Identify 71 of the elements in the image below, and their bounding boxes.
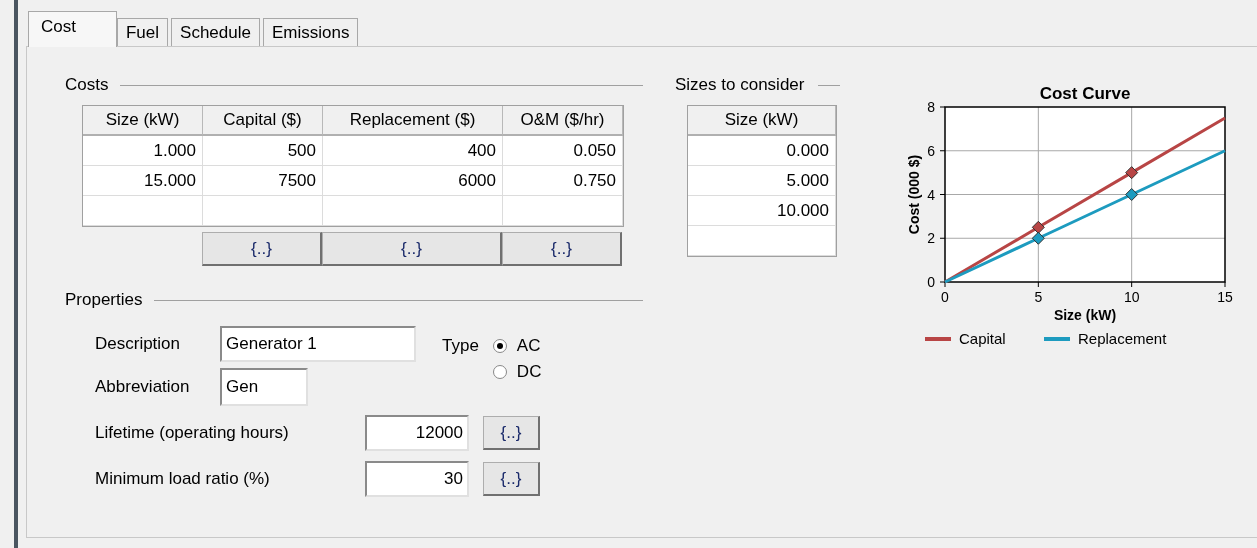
x-tick-label: 15 (1217, 289, 1233, 305)
x-tick-label: 10 (1123, 289, 1140, 305)
data-point-marker (1125, 166, 1139, 180)
legend-label: Capital (959, 330, 1006, 347)
edit-button[interactable]: {..} (322, 232, 502, 266)
table-cell[interactable]: 0.750 (503, 166, 623, 196)
field-label: Description (95, 334, 182, 354)
legend-item: Replacement (1044, 330, 1167, 347)
radio-button[interactable]: AC (492, 336, 542, 356)
table-cell[interactable]: 7500 (203, 166, 323, 196)
edit-button[interactable]: {..} (202, 232, 322, 266)
field-label: Minimum load ratio (%) (95, 469, 271, 489)
table-cell[interactable]: 0.050 (503, 136, 623, 166)
column-header: Size (kW) (688, 106, 836, 136)
x-axis-label: Size (kW) (1053, 307, 1117, 323)
y-tick-label: 0 (927, 274, 936, 290)
y-tick-label: 6 (927, 142, 936, 159)
input-field[interactable]: Generator 1 (220, 326, 416, 362)
y-tick: 6 (927, 142, 946, 159)
tab[interactable]: Cost (28, 11, 117, 47)
y-tick-label: 8 (927, 99, 936, 115)
table-cell[interactable]: 1.000 (83, 136, 203, 166)
edit-button[interactable]: {..} (502, 232, 622, 266)
legend-item: Capital (925, 330, 1006, 347)
table-cell[interactable]: 0.000 (688, 136, 836, 166)
legend-label: Replacement (1078, 330, 1168, 347)
table-cell[interactable] (503, 196, 623, 226)
edit-button[interactable]: {..} (483, 416, 540, 450)
tab[interactable]: Emissions (262, 18, 359, 46)
section-title: Sizes to consider (675, 75, 805, 95)
data-point-marker (1031, 220, 1045, 234)
column-header: Size (kW) (83, 106, 203, 136)
column-header: Capital ($) (203, 106, 323, 136)
table-cell[interactable]: 6000 (323, 166, 503, 196)
table-cell[interactable] (688, 226, 836, 256)
column-header: Replacement ($) (323, 106, 503, 136)
chart-title: Cost Curve (1039, 84, 1131, 103)
y-tick: 8 (927, 99, 946, 115)
table-cell[interactable]: 10.000 (688, 196, 836, 226)
x-tick-label: 0 (941, 289, 950, 305)
x-tick: 5 (1034, 281, 1043, 305)
y-tick-label: 2 (927, 230, 936, 247)
column-header: O&M ($/hr) (503, 106, 623, 136)
tab[interactable]: Schedule (171, 18, 260, 46)
data-point-marker (1125, 188, 1139, 201)
field-label: Type (442, 336, 479, 357)
edit-button[interactable]: {..} (483, 462, 540, 496)
data-point-marker (1031, 231, 1045, 245)
y-tick-label: 4 (927, 186, 936, 203)
y-tick: 4 (927, 186, 946, 203)
input-field[interactable]: 30 (365, 461, 469, 497)
radio-button[interactable]: DC (492, 362, 542, 382)
table-cell[interactable] (323, 196, 503, 226)
x-tick: 10 (1123, 281, 1140, 305)
tab[interactable]: Fuel (116, 18, 169, 46)
table-cell[interactable]: 400 (323, 136, 503, 166)
x-tick: 15 (1217, 281, 1233, 305)
input-field[interactable]: 12000 (365, 415, 469, 451)
field-label: Lifetime (operating hours) (95, 423, 290, 443)
y-axis-label: Cost (000 $) (906, 154, 922, 235)
field-label: Abbreviation (95, 377, 191, 397)
table-cell[interactable]: 5.000 (688, 166, 836, 196)
input-field[interactable]: Gen (220, 368, 308, 406)
table-cell[interactable] (203, 196, 323, 226)
section-title: Costs (65, 75, 109, 95)
x-tick-label: 5 (1034, 289, 1043, 305)
table-cell[interactable]: 500 (203, 136, 323, 166)
table-cell[interactable] (83, 196, 203, 226)
y-tick: 2 (927, 230, 946, 247)
table-cell[interactable]: 15.000 (83, 166, 203, 196)
section-title: Properties (65, 290, 143, 310)
